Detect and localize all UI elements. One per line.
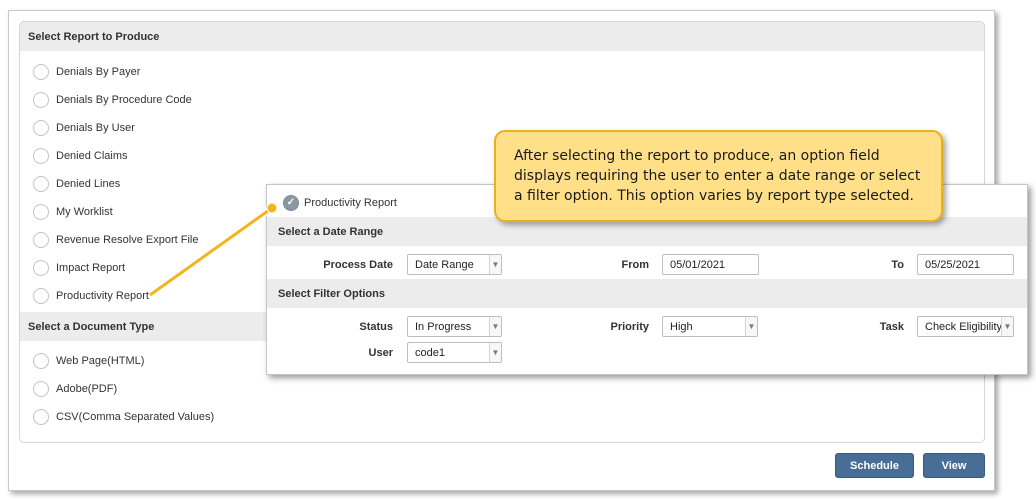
- connector-dot: [266, 202, 278, 214]
- annotation-callout: After selecting the report to produce, a…: [494, 130, 943, 222]
- connector-line: [149, 206, 273, 297]
- callout-connector: [148, 202, 278, 298]
